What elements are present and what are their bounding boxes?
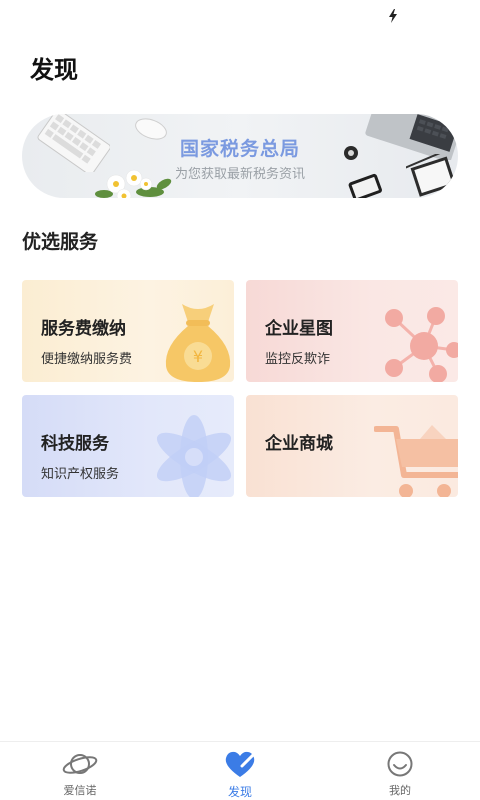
tab-label: 我的	[389, 784, 411, 797]
section-title: 优选服务	[22, 231, 99, 253]
banner[interactable]: 国家税务总局 为您获取最新税务资讯	[22, 114, 458, 198]
tab-discover[interactable]: 发现	[160, 742, 320, 800]
banner-subtitle: 为您获取最新税务资讯	[174, 167, 305, 182]
money-bag-icon: ¥	[165, 304, 231, 382]
service-card-tech-services[interactable]: 科技服务 知识产权服务	[22, 395, 234, 497]
status-bar	[0, 0, 480, 34]
service-card-enterprise-star-map[interactable]: 企业星图 监控反欺诈	[246, 280, 458, 382]
tab-label: 发现	[227, 785, 252, 799]
service-card-enterprise-mall[interactable]: 企业商城	[246, 395, 458, 497]
planet-icon	[62, 754, 98, 774]
service-card-fee-payment[interactable]: ¥ 服务费缴纳 便捷缴纳服务费	[22, 280, 234, 382]
banner-title: 国家税务总局	[179, 138, 300, 160]
smiley-icon	[387, 751, 413, 777]
svg-text:¥: ¥	[193, 347, 203, 366]
page-title: 发现	[30, 56, 78, 84]
service-subtitle: 知识产权服务	[41, 467, 120, 482]
service-subtitle: 便捷缴纳服务费	[41, 352, 133, 367]
shopping-cart-icon	[374, 425, 458, 497]
atom-icon	[156, 415, 232, 497]
tab-mine[interactable]: 我的	[320, 742, 480, 800]
service-title: 科技服务	[41, 434, 109, 454]
service-title: 企业星图	[265, 319, 333, 339]
service-title: 服务费缴纳	[41, 319, 126, 339]
heart-check-icon	[225, 751, 256, 777]
service-title: 企业商城	[265, 434, 333, 454]
tab-label: 爱信诺	[63, 784, 97, 797]
charging-icon	[389, 9, 397, 23]
network-graph-icon	[385, 307, 458, 382]
tab-aixinnuo[interactable]: 爱信诺	[0, 742, 160, 800]
service-subtitle: 监控反欺诈	[265, 352, 331, 367]
bottom-tab-bar: 爱信诺 发现 我的	[0, 741, 480, 800]
